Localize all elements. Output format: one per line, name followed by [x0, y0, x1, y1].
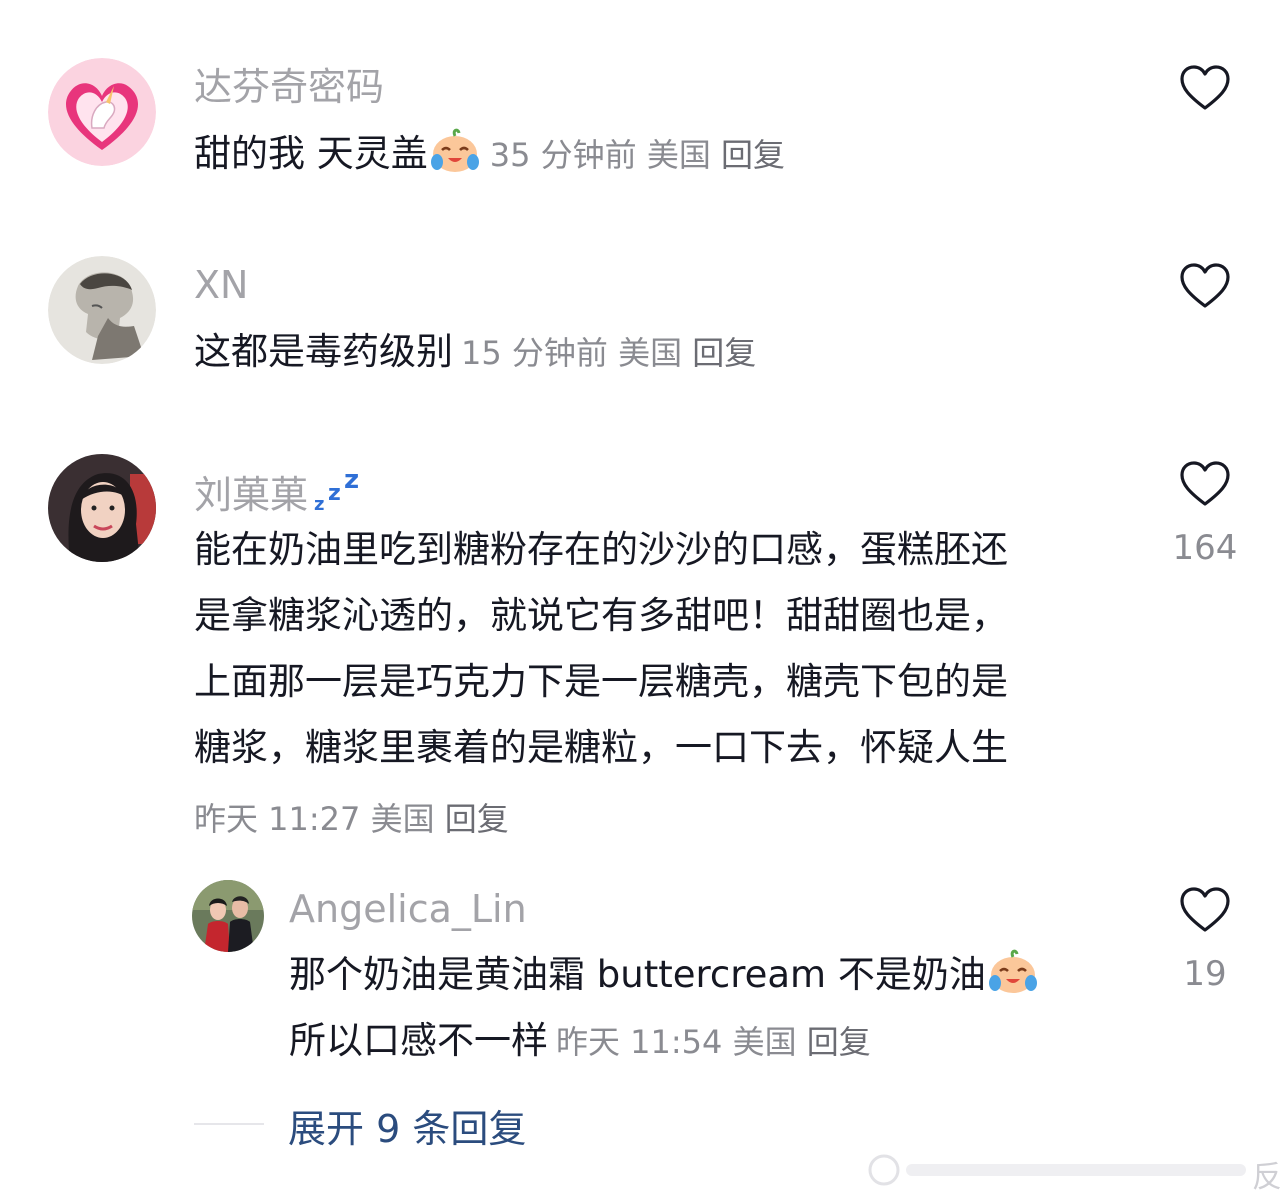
expand-divider — [194, 1123, 264, 1125]
avatar[interactable] — [192, 880, 264, 952]
comment-text: 这都是毒药级别 — [194, 330, 453, 373]
comment-body: 甜的我 天灵盖 35 分钟前 美国 回复 — [194, 121, 785, 188]
reply-button[interactable]: 回复 — [807, 1023, 871, 1061]
reply-meta: 昨天 11:54 美国 回复 — [556, 1023, 871, 1061]
svg-text:z: z — [328, 481, 341, 506]
crying-laughing-emoji-icon — [428, 128, 482, 174]
comment-line: 糖浆，糖浆里裹着的是糖粒，一口下去，怀疑人生 — [194, 726, 1008, 769]
comment-meta: 35 分钟前 美国 回复 — [490, 136, 785, 174]
crying-laughing-emoji-icon — [986, 949, 1040, 995]
comment-location: 美国 — [370, 800, 435, 838]
reply-username[interactable]: Angelica_Lin — [289, 890, 527, 928]
comment-meta: 昨天 11:27 美国 回复 — [194, 794, 509, 840]
reply-text: 所以口感不一样 — [289, 1019, 548, 1062]
comment-time: 35 分钟前 — [489, 136, 637, 174]
heart-outline-icon — [1180, 65, 1230, 110]
username-text: 刘菓菓 — [194, 473, 309, 517]
comment-username[interactable]: XN — [194, 266, 248, 304]
reply-button[interactable]: 回复 — [445, 800, 509, 838]
heart-outline-icon — [1180, 887, 1230, 932]
reply-button[interactable]: 回复 — [692, 334, 756, 372]
comment-username[interactable]: 达芬奇密码 — [194, 68, 384, 106]
like-count: 19 — [1183, 954, 1227, 994]
avatar[interactable] — [48, 454, 156, 562]
comment-time: 15 分钟前 — [461, 334, 608, 372]
comment-body: 这都是毒药级别 15 分钟前 美国 回复 — [194, 319, 756, 386]
like-button[interactable] — [1177, 64, 1233, 112]
comment-location: 美国 — [646, 136, 711, 174]
svg-text:z: z — [344, 465, 359, 495]
watermark-bar — [862, 1150, 1252, 1190]
like-button[interactable] — [1177, 886, 1233, 934]
reply-location: 美国 — [732, 1023, 797, 1061]
unicorn-heart-avatar-icon — [48, 58, 156, 166]
reply-line: 所以口感不一样 昨天 11:54 美国 回复 — [289, 1008, 1040, 1075]
sketch-portrait-avatar-icon — [48, 256, 156, 364]
avatar[interactable] — [48, 256, 156, 364]
heart-outline-icon — [1180, 461, 1230, 506]
couple-photo-avatar-icon — [192, 880, 264, 952]
expand-replies-button[interactable]: 展开 9 条回复 — [288, 1098, 526, 1153]
like-count: 164 — [1172, 528, 1238, 568]
comment-body: 能在奶油里吃到糖粉存在的沙沙的口感，蛋糕胚还 是拿糖浆沁透的，就说它有多甜吧！甜… — [194, 517, 1008, 781]
comment-line: 能在奶油里吃到糖粉存在的沙沙的口感，蛋糕胚还 — [194, 528, 1008, 571]
comment-meta: 15 分钟前 美国 回复 — [461, 334, 756, 372]
woman-portrait-avatar-icon — [48, 454, 156, 562]
like-button[interactable] — [1177, 460, 1233, 508]
watermark-logo-icon — [868, 1154, 1246, 1186]
comment-username[interactable]: 刘菓菓 z z z — [194, 464, 368, 520]
reply-body: 那个奶油是黄油霜 buttercream 不是奶油 所以口感不一样 昨天 11:5… — [289, 942, 1040, 1075]
heart-outline-icon — [1180, 263, 1230, 308]
reply-button[interactable]: 回复 — [721, 136, 785, 174]
avatar[interactable] — [48, 58, 156, 166]
watermark-text: 反 — [1252, 1160, 1282, 1195]
reply-time: 昨天 11:54 — [556, 1023, 723, 1061]
comment-line: 上面那一层是巧克力下是一层糖壳，糖壳下包的是 — [194, 660, 1008, 703]
reply-text: 那个奶油是黄油霜 buttercream 不是奶油 — [289, 953, 986, 996]
svg-text:z: z — [314, 494, 324, 514]
comment-location: 美国 — [618, 334, 683, 372]
comment-time: 昨天 11:27 — [194, 800, 361, 838]
like-button[interactable] — [1177, 262, 1233, 310]
comment-line: 是拿糖浆沁透的，就说它有多甜吧！甜甜圈也是， — [194, 594, 1008, 637]
sleeping-zzz-icon: z z z — [312, 464, 368, 520]
comment-text: 甜的我 天灵盖 — [194, 132, 428, 175]
reply-line: 那个奶油是黄油霜 buttercream 不是奶油 — [289, 942, 1040, 1008]
